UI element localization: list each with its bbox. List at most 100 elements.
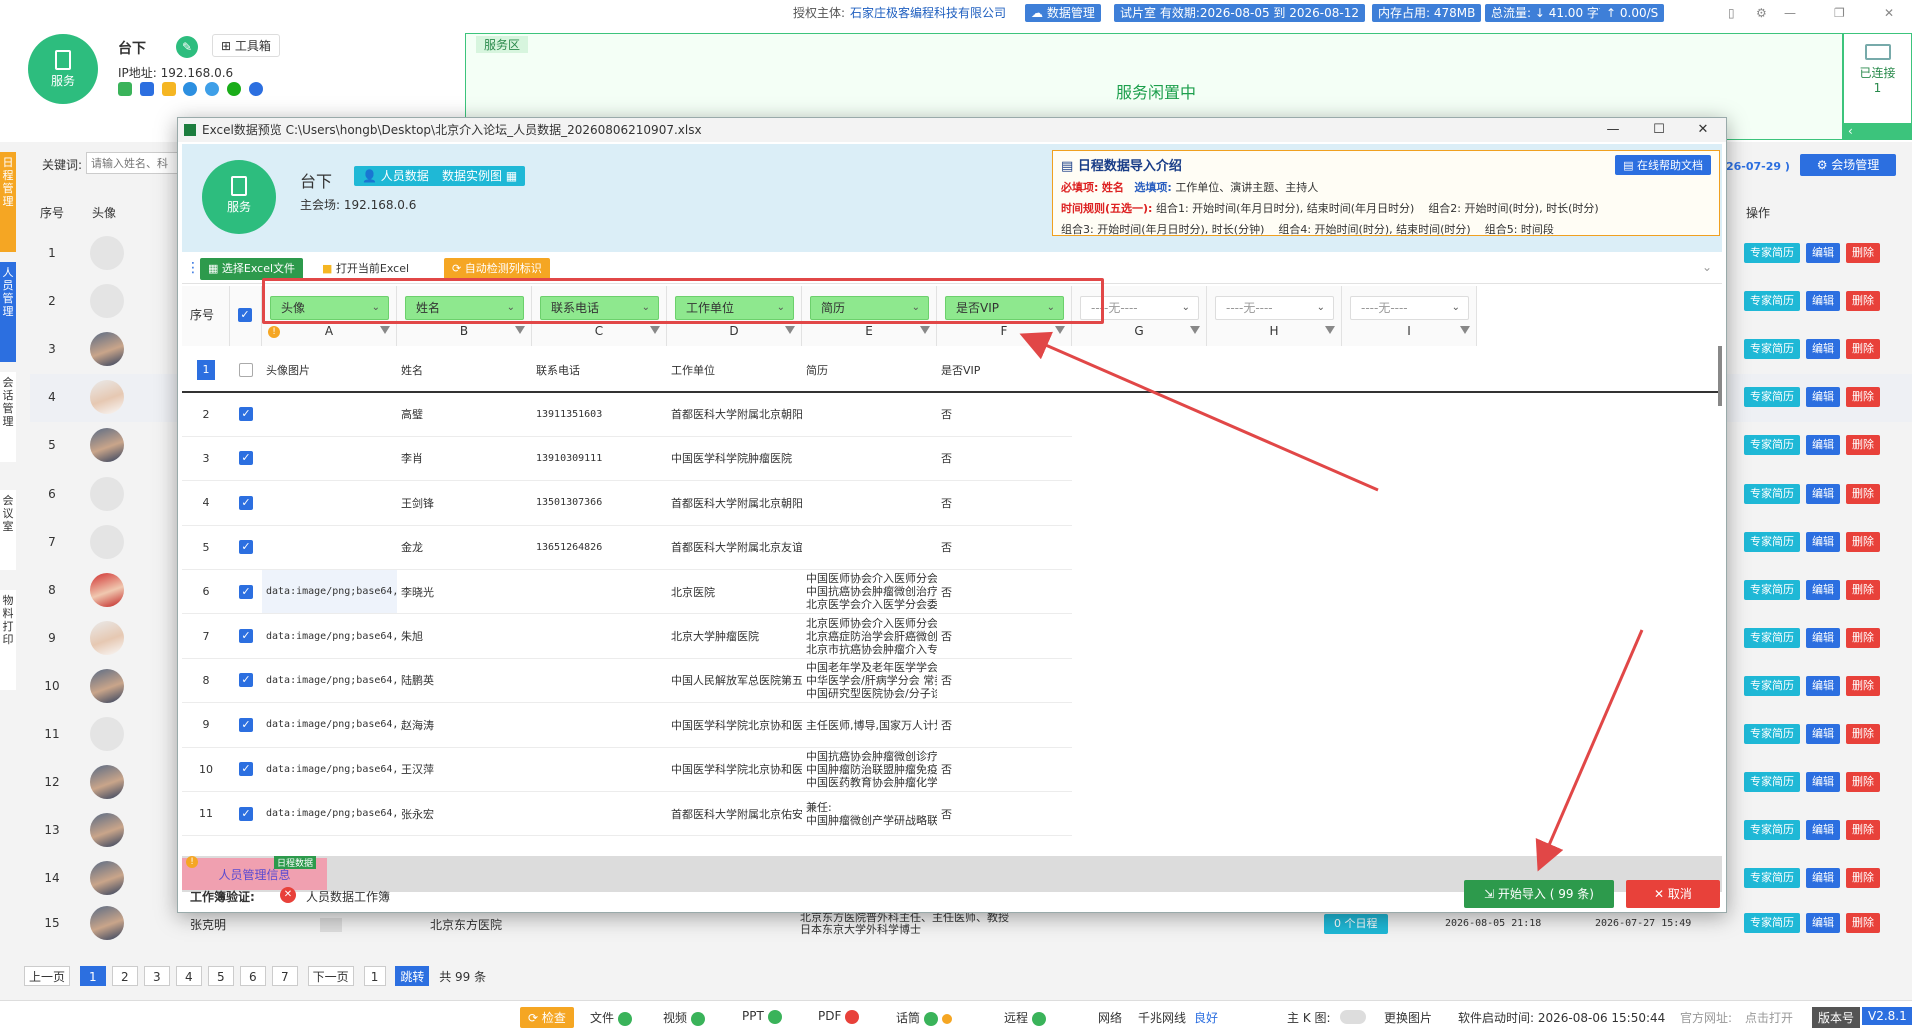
tab-schedule[interactable]: 日程管理	[0, 152, 16, 252]
toolbox-button[interactable]: ⊞ 工具箱	[212, 34, 280, 57]
data-management-button[interactable]: ☁ 数据管理	[1025, 4, 1101, 22]
edit-icon[interactable]: ✎	[176, 36, 198, 58]
edit-button[interactable]: 编辑	[1806, 483, 1840, 504]
edit-button[interactable]: 编辑	[1806, 291, 1840, 312]
clipboard-icon[interactable]: ▯	[1728, 4, 1735, 22]
grid-cell[interactable]: data:image/png;base64,iVBOR	[262, 703, 397, 748]
column-mapping-select[interactable]: ----无---- ⌄	[1215, 296, 1334, 320]
grid-cell[interactable]: 否	[937, 614, 1072, 659]
schedule-count-badge[interactable]: 0 个日程	[1324, 914, 1388, 934]
delete-button[interactable]: 删除	[1846, 772, 1880, 793]
filter-icon[interactable]	[1055, 326, 1065, 336]
edit-button[interactable]: 编辑	[1806, 820, 1840, 841]
tab-people[interactable]: 人员管理	[0, 262, 16, 362]
row-checkbox[interactable]: ✓	[239, 407, 253, 422]
restore-icon[interactable]: ❐	[1834, 4, 1845, 22]
grid-cell[interactable]: 朱旭	[397, 614, 532, 659]
delete-button[interactable]: 删除	[1846, 435, 1880, 456]
grid-cell[interactable]: 联系电话	[532, 348, 667, 393]
close-icon[interactable]: ✕	[1884, 4, 1894, 22]
delete-button[interactable]: 删除	[1846, 724, 1880, 744]
grid-cell[interactable]: 陆鹏英	[397, 659, 532, 704]
grid-cell[interactable]: 兼任: 中国肿瘤微创产学研战略联盟	[802, 792, 937, 837]
row-checkbox[interactable]: ✓	[239, 584, 253, 599]
resume-button[interactable]: 专家简历	[1744, 579, 1800, 600]
column-mapping-select[interactable]: ----无---- ⌄	[1350, 296, 1469, 320]
grid-cell[interactable]	[802, 481, 937, 526]
delete-button[interactable]: 删除	[1846, 913, 1880, 933]
grid-cell[interactable]	[532, 703, 667, 748]
resume-button[interactable]: 专家简历	[1744, 387, 1800, 408]
delete-button[interactable]: 删除	[1846, 627, 1880, 648]
minimize-icon[interactable]: —	[1784, 4, 1796, 22]
resume-button[interactable]: 专家简历	[1744, 675, 1800, 696]
grid-cell[interactable]: 李肖	[397, 437, 532, 482]
grid-cell[interactable]: 主任医师,博导,国家万人计划	[802, 703, 937, 748]
grid-cell[interactable]: 否	[937, 792, 1072, 837]
grid-cell[interactable]: 否	[937, 703, 1072, 748]
resume-button[interactable]: 专家简历	[1744, 868, 1800, 889]
filter-icon[interactable]	[1325, 326, 1335, 336]
folder-icon[interactable]	[161, 82, 176, 96]
grid-cell[interactable]: 北京医师协会介入医师分会会长北京癌症防治学会肝癌微创介入北京市抗癌协会肿瘤介入专…	[802, 614, 937, 659]
edit-button[interactable]: 编辑	[1806, 387, 1840, 408]
row-checkbox[interactable]: ✓	[239, 673, 253, 688]
monitor-icon[interactable]	[139, 82, 154, 96]
edit-button[interactable]: 编辑	[1806, 772, 1840, 793]
grid-cell[interactable]: 否	[937, 659, 1072, 704]
grid-cell[interactable]: 中国医学科学院肿瘤医院	[667, 437, 802, 482]
resume-button[interactable]: 专家简历	[1744, 820, 1800, 841]
delete-button[interactable]: 删除	[1846, 387, 1880, 408]
grid-cell[interactable]: 中国医学科学院北京协和医院	[667, 703, 802, 748]
chrome-icon[interactable]	[183, 82, 198, 96]
grid-cell[interactable]: 王剑锋	[397, 481, 532, 526]
example-image-button[interactable]: 数据实例图 ▦	[434, 166, 526, 186]
collapse-chevron-icon[interactable]: ‹	[1844, 123, 1911, 139]
grid-cell[interactable]: 首都医科大学附属北京友谊医院	[667, 526, 802, 570]
grid-cell[interactable]: 首都医科大学附属北京朝阳医院	[667, 392, 802, 437]
delete-button[interactable]: 删除	[1846, 868, 1880, 889]
grid-cell[interactable]: 否	[937, 570, 1072, 615]
edit-button[interactable]: 编辑	[1806, 675, 1840, 696]
resume-button[interactable]: 专家简历	[1744, 291, 1800, 312]
page-button[interactable]: 6	[239, 966, 266, 986]
main-kv-toggle[interactable]	[1340, 1010, 1366, 1024]
filter-icon[interactable]	[515, 326, 525, 336]
grid-cell[interactable]: 否	[937, 748, 1072, 792]
delete-button[interactable]: 删除	[1846, 291, 1880, 312]
grid-cell[interactable]: 首都医科大学附属北京朝阳医院	[667, 481, 802, 526]
start-import-button[interactable]: ⇲ 开始导入 ( 99 条)	[1464, 880, 1614, 908]
chevron-down-icon[interactable]: ⌄	[1702, 260, 1712, 274]
grid-cell[interactable]: data:image/png;base64,iVBOR	[262, 614, 397, 659]
edit-button[interactable]: 编辑	[1806, 724, 1840, 744]
select-excel-button[interactable]: ▦ 选择Excel文件	[200, 258, 304, 280]
grid-cell[interactable]	[532, 659, 667, 704]
delete-button[interactable]: 删除	[1846, 243, 1880, 263]
delete-button[interactable]: 删除	[1846, 339, 1880, 360]
grid-cell[interactable]	[802, 392, 937, 437]
edit-button[interactable]: 编辑	[1806, 579, 1840, 600]
grid-cell[interactable]: 北京医院	[667, 570, 802, 615]
grid-cell[interactable]: 否	[937, 481, 1072, 526]
grid-cell[interactable]: data:image/png;base64,iVBOR	[262, 659, 397, 704]
venue-management-button[interactable]: ⚙ 会场管理	[1800, 154, 1896, 176]
close-icon[interactable]: ✕	[1680, 118, 1726, 142]
gear-icon[interactable]: ⚙	[1756, 4, 1767, 22]
filter-icon[interactable]	[1460, 326, 1470, 336]
grid-cell[interactable]	[262, 526, 397, 570]
resume-button[interactable]: 专家简历	[1744, 724, 1800, 744]
cancel-button[interactable]: ✕ 取消	[1626, 880, 1720, 908]
grid-cell[interactable]	[802, 437, 937, 482]
grid-cell[interactable]: 首都医科大学附属北京佑安医院	[667, 792, 802, 837]
grid-cell[interactable]: 头像图片	[262, 348, 397, 393]
grid-cell[interactable]: 13501307366	[532, 481, 667, 526]
resume-button[interactable]: 专家简历	[1744, 243, 1800, 263]
tab-session[interactable]: 会话管理	[0, 372, 16, 462]
select-all-checkbox[interactable]: ✓	[238, 308, 252, 322]
grid-cell[interactable]: 金龙	[397, 526, 532, 570]
resume-button[interactable]: 专家简历	[1744, 435, 1800, 456]
row-checkbox[interactable]: ✓	[239, 540, 253, 555]
edit-button[interactable]: 编辑	[1806, 868, 1840, 889]
delete-button[interactable]: 删除	[1846, 483, 1880, 504]
grid-cell[interactable]	[532, 748, 667, 792]
